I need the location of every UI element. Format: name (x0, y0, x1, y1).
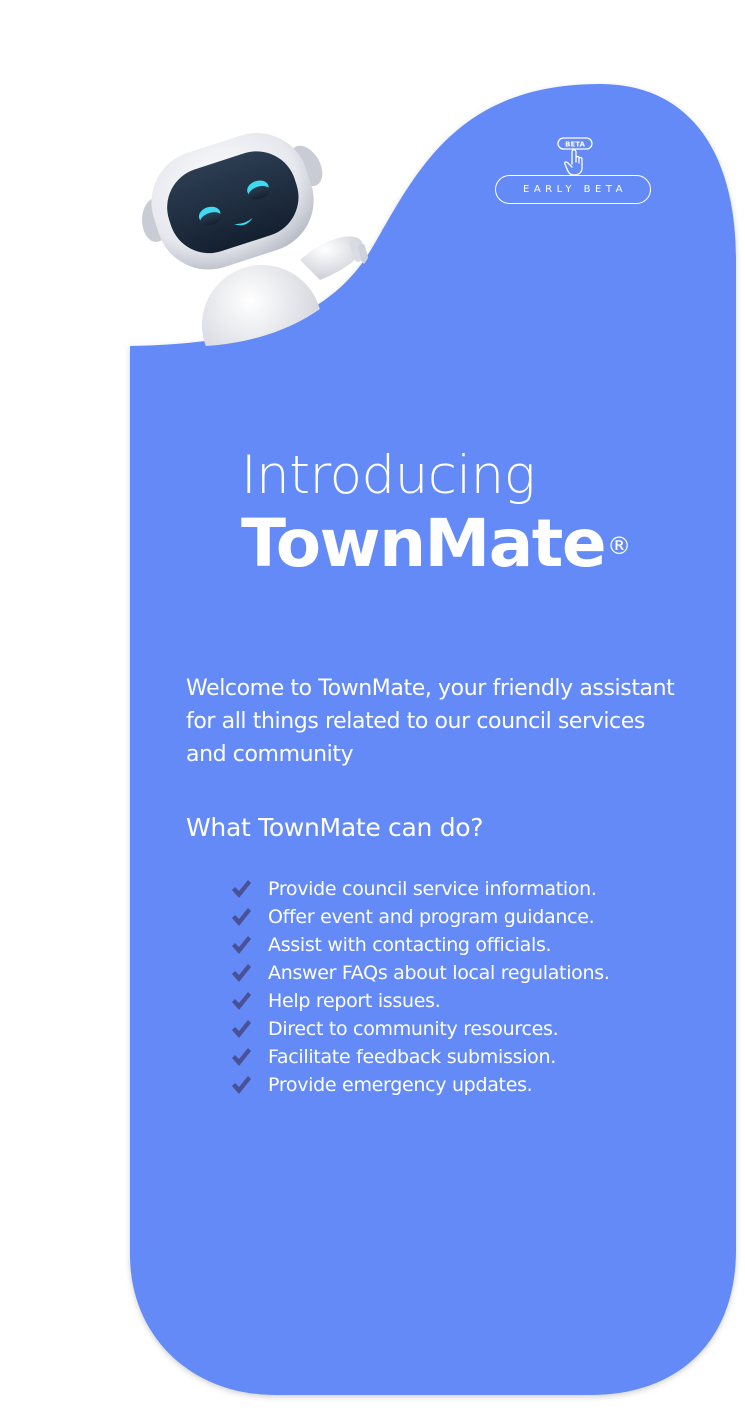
list-item-label: Direct to community resources. (268, 1018, 559, 1040)
early-beta-pill: EARLY BETA (495, 175, 651, 204)
list-item: Assist with contacting officials. (230, 931, 610, 959)
checkmark-icon (232, 880, 251, 898)
checkmark-icon (232, 964, 251, 982)
pointing-hand-icon: BETA (557, 137, 593, 176)
checkmark-icon (232, 936, 251, 954)
beta-hand-badge-text: BETA (565, 141, 585, 149)
page-title: Introducing TownMate® (241, 443, 631, 582)
list-item-label: Assist with contacting officials. (268, 934, 552, 956)
list-item-label: Answer FAQs about local regulations. (268, 962, 610, 984)
early-beta-badge: BETA EARLY BETA (495, 136, 655, 208)
list-item-label: Provide emergency updates. (268, 1074, 533, 1096)
title-intro: Introducing (241, 445, 536, 506)
welcome-text: Welcome to TownMate, your friendly assis… (186, 676, 675, 767)
capabilities-list: Provide council service information. Off… (230, 875, 610, 1099)
capabilities-title: What TownMate can do? (186, 813, 484, 842)
checkmark-icon (232, 908, 251, 926)
list-item: Help report issues. (230, 987, 610, 1015)
list-item: Provide emergency updates. (230, 1071, 610, 1099)
checkmark-icon (232, 1076, 251, 1094)
brand-name: TownMate (241, 505, 607, 582)
list-item-label: Offer event and program guidance. (268, 906, 595, 928)
list-item: Direct to community resources. (230, 1015, 610, 1043)
checkmark-icon (232, 1020, 251, 1038)
checkmark-icon (232, 1048, 251, 1066)
checkmark-icon (232, 992, 251, 1010)
robot-mascot-icon (142, 133, 369, 346)
list-item: Answer FAQs about local regulations. (230, 959, 610, 987)
list-item: Facilitate feedback submission. (230, 1043, 610, 1071)
townmate-intro-page: BETA EARLY BETA Introducing TownMate® We… (0, 0, 745, 1411)
trademark-symbol: ® (607, 532, 631, 560)
list-item-label: Facilitate feedback submission. (268, 1046, 556, 1068)
list-item-label: Provide council service information. (268, 878, 597, 900)
list-item: Provide council service information. (230, 875, 610, 903)
brand-title: TownMate® (241, 505, 631, 582)
list-item-label: Help report issues. (268, 990, 441, 1012)
list-item: Offer event and program guidance. (230, 903, 610, 931)
